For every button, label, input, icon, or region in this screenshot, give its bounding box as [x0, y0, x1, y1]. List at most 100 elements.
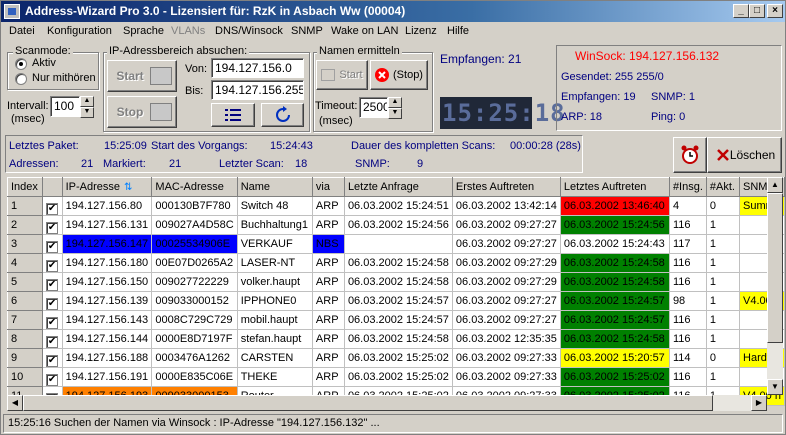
- timeout-input[interactable]: 2500: [359, 97, 388, 118]
- interval-input[interactable]: 100: [50, 96, 80, 117]
- row-checkbox[interactable]: ✔: [42, 291, 63, 311]
- interval-label: Intervall:: [7, 100, 49, 112]
- cell-index[interactable]: 3: [6, 234, 44, 254]
- header-col-total[interactable]: #Insg.: [668, 177, 707, 197]
- menu-hilfe[interactable]: Hilfe: [447, 25, 469, 37]
- table-row[interactable]: 2 ✔ 194.127.156.131 009027A4D58C Buchhaltung…: [6, 215, 785, 235]
- table-row[interactable]: 3 ✔ 194.127.156.147 00025534906E VERKAUF NBS 0…: [6, 234, 785, 254]
- cell-first: 06.03.2002 12:35:35: [452, 329, 561, 349]
- row-checkbox[interactable]: ✔: [42, 348, 63, 368]
- menu-wake-on-lan[interactable]: Wake on LAN: [331, 25, 398, 37]
- timeout-spin-up[interactable]: ▲: [388, 97, 402, 108]
- row-checkbox[interactable]: ✔: [42, 253, 63, 273]
- table-row[interactable]: 8 ✔ 194.127.156.144 0000E8D7197F stefan.haup…: [6, 329, 785, 349]
- from-ip-input[interactable]: 194.127.156.0: [211, 58, 304, 78]
- header-col-ip[interactable]: IP-Adresse ⇅: [61, 177, 153, 197]
- to-label: Bis:: [185, 85, 204, 97]
- cell-last: 06.03.2002 15:24:58: [560, 272, 670, 292]
- app-icon[interactable]: [4, 4, 20, 19]
- cell-index[interactable]: 8: [6, 329, 44, 349]
- cell-first: 06.03.2002 09:27:33: [452, 367, 561, 387]
- table-row[interactable]: 10 ✔ 194.127.156.191 0000E835C06E THEKE ARP 06…: [6, 367, 785, 387]
- timeout-spin-down[interactable]: ▼: [388, 108, 402, 119]
- row-checkbox[interactable]: ✔: [42, 310, 63, 330]
- row-checkbox[interactable]: ✔: [42, 196, 63, 216]
- menu-lizenz[interactable]: Lizenz: [405, 25, 437, 37]
- duration-label: Dauer des kompletten Scans:: [351, 140, 496, 152]
- horizontal-scrollbar[interactable]: ◀ ▶: [7, 395, 767, 411]
- radio-active[interactable]: [15, 58, 27, 70]
- names-start-button[interactable]: Start: [316, 60, 368, 90]
- menu-konfiguration[interactable]: Konfiguration: [47, 25, 112, 37]
- header-col-mac[interactable]: MAC-Adresse: [151, 177, 238, 197]
- header-col-active[interactable]: #Akt.: [705, 177, 741, 197]
- table-row[interactable]: 6 ✔ 194.127.156.139 009033000152 IPPHONE0 ARP…: [6, 291, 785, 311]
- last-packet-label: Letztes Paket:: [9, 140, 79, 152]
- table-row[interactable]: 5 ✔ 194.127.156.150 009027722229 volker.haup…: [6, 272, 785, 292]
- table-row[interactable]: 7 ✔ 194.127.156.143 0008C729C729 mobil.haupt…: [6, 310, 785, 330]
- range-stop-button[interactable]: Stop: [107, 96, 177, 128]
- interval-spin-down[interactable]: ▼: [80, 107, 94, 118]
- table-row[interactable]: 1 ✔ 194.127.156.80 000130B7F780 Switch 48 ARP…: [6, 196, 785, 216]
- cell-index[interactable]: 7: [6, 310, 44, 330]
- row-checkbox[interactable]: ✔: [42, 272, 63, 292]
- minimize-button[interactable]: _: [733, 4, 749, 18]
- row-checkbox[interactable]: ✔: [42, 234, 63, 254]
- vertical-scrollbar[interactable]: ▲ ▼: [767, 177, 783, 395]
- cell-index[interactable]: 9: [6, 348, 44, 368]
- to-ip-input[interactable]: 194.127.156.255: [211, 80, 304, 100]
- header-col-index[interactable]: Index: [6, 177, 44, 197]
- menu-dns-winsock[interactable]: DNS/Winsock: [215, 25, 283, 37]
- cell-mac: 0003476A1262: [151, 348, 238, 368]
- table-row[interactable]: 9 ✔ 194.127.156.188 0003476A1262 CARSTEN ARP 0…: [6, 348, 785, 368]
- range-list-button[interactable]: [211, 103, 255, 127]
- cell-total: 116: [669, 329, 707, 349]
- address-table[interactable]: Index IP-Adresse ⇅ MAC-Adresse Name via Letzte…: [6, 177, 785, 406]
- header-col-check[interactable]: [42, 177, 63, 197]
- names-stop-button[interactable]: (Stop): [370, 60, 428, 90]
- header-col-via[interactable]: via: [311, 177, 345, 197]
- row-checkbox[interactable]: ✔: [42, 215, 63, 235]
- cell-index[interactable]: 4: [6, 253, 44, 273]
- scroll-left-button[interactable]: ◀: [7, 395, 23, 411]
- cell-via: ARP: [312, 367, 345, 387]
- row-checkbox[interactable]: ✔: [42, 367, 63, 387]
- range-start-button[interactable]: Start: [107, 60, 177, 92]
- cell-index[interactable]: 6: [6, 291, 44, 311]
- row-checkbox[interactable]: ✔: [42, 329, 63, 349]
- menu-vlans[interactable]: VLANs: [171, 25, 205, 37]
- scroll-up-button[interactable]: ▲: [767, 177, 783, 193]
- menu-sprache[interactable]: Sprache: [123, 25, 164, 37]
- delete-button[interactable]: Löschen: [707, 137, 782, 173]
- alarm-clock-icon: [681, 145, 699, 164]
- cell-act: 1: [706, 272, 741, 292]
- sort-arrow-icon: ⇅: [124, 182, 133, 193]
- cell-total: 116: [669, 215, 707, 235]
- vertical-scroll-thumb[interactable]: [767, 193, 783, 343]
- header-col-first-seen[interactable]: Erstes Auftreten: [451, 177, 561, 197]
- radio-listen-only[interactable]: [15, 73, 27, 85]
- alarm-button[interactable]: [673, 137, 707, 173]
- scroll-down-button[interactable]: ▼: [767, 379, 783, 395]
- title-bar[interactable]: Address-Wizard Pro 3.0 - Lizensiert für:…: [1, 1, 785, 22]
- cell-ip: 194.127.156.180: [62, 253, 153, 273]
- close-button[interactable]: ×: [767, 4, 783, 18]
- scroll-right-button[interactable]: ▶: [751, 395, 767, 411]
- interval-spin-up[interactable]: ▲: [80, 96, 94, 107]
- header-col-last-seen[interactable]: Letztes Auftreten: [559, 177, 670, 197]
- cell-index[interactable]: 5: [6, 272, 44, 292]
- cell-index[interactable]: 10: [6, 367, 44, 387]
- menu-snmp[interactable]: SNMP: [291, 25, 323, 37]
- cell-last-req: 06.03.2002 15:24:58: [344, 329, 453, 349]
- header-col-last-request[interactable]: Letzte Anfrage: [343, 177, 453, 197]
- cell-index[interactable]: 1: [6, 196, 44, 216]
- maximize-button[interactable]: □: [749, 4, 765, 18]
- table-row[interactable]: 4 ✔ 194.127.156.180 00E07D0265A2 LASER-NT ARP…: [6, 253, 785, 273]
- cell-act: 0: [706, 348, 741, 368]
- header-col-name[interactable]: Name: [236, 177, 313, 197]
- horizontal-scroll-thumb[interactable]: [23, 395, 713, 411]
- refresh-button[interactable]: [261, 103, 304, 127]
- cell-index[interactable]: 2: [6, 215, 44, 235]
- menu-datei[interactable]: Datei: [9, 25, 35, 37]
- list-icon: [225, 109, 241, 121]
